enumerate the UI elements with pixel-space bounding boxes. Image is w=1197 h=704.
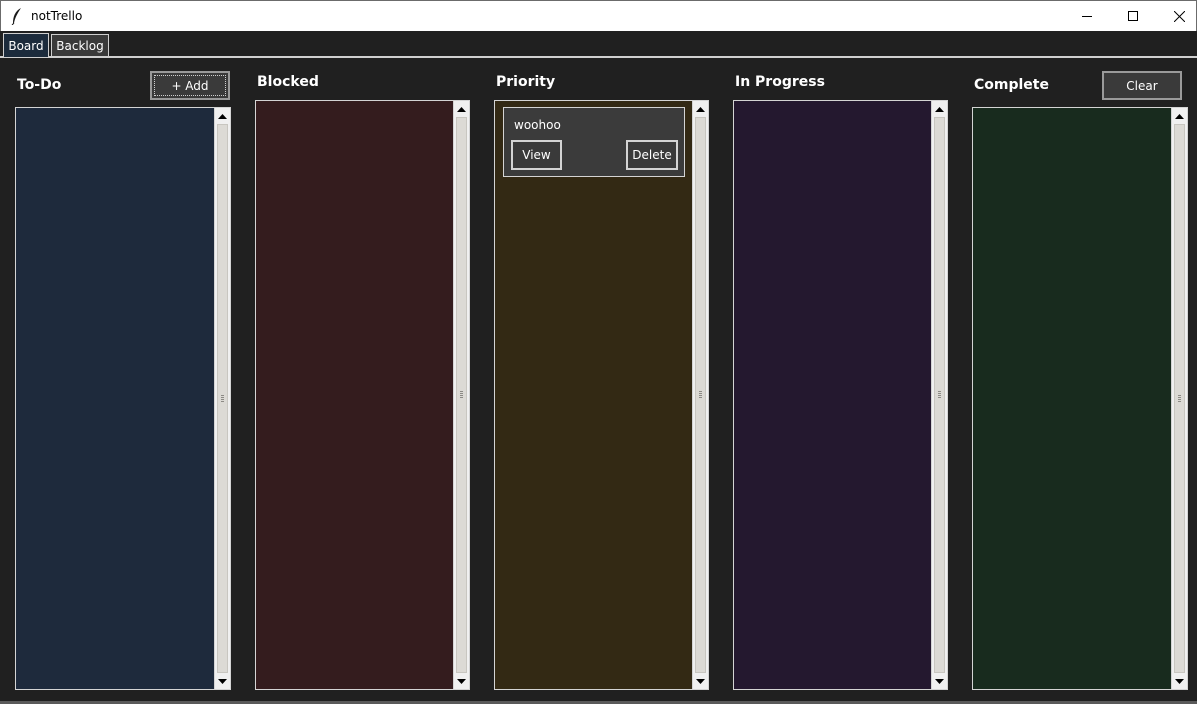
arrow-up-icon <box>1175 113 1184 119</box>
column-blocked <box>255 100 470 690</box>
arrow-up-icon <box>218 113 227 119</box>
tab-board[interactable]: Board <box>3 33 49 57</box>
column-title-priority: Priority <box>496 74 556 90</box>
column-todo <box>15 107 231 690</box>
column-title-blocked: Blocked <box>257 74 319 90</box>
scroll-down-button[interactable] <box>1172 674 1187 688</box>
scroll-down-button[interactable] <box>215 674 230 688</box>
delete-button[interactable]: Delete <box>626 140 678 170</box>
arrow-up-icon <box>457 106 466 112</box>
grip-icon <box>221 394 224 402</box>
scroll-thumb[interactable] <box>934 117 945 673</box>
arrow-up-icon <box>935 106 944 112</box>
scroll-down-button[interactable] <box>932 674 947 688</box>
scroll-down-button[interactable] <box>693 674 708 688</box>
minimize-icon <box>1082 16 1092 17</box>
scroll-down-button[interactable] <box>454 674 469 688</box>
scroll-up-button[interactable] <box>454 102 469 116</box>
scroll-up-button[interactable] <box>215 109 230 123</box>
scroll-up-button[interactable] <box>1172 109 1187 123</box>
grip-icon <box>1178 394 1181 402</box>
column-complete-body <box>973 108 1171 689</box>
column-in-progress-body <box>734 101 931 689</box>
minimize-button[interactable] <box>1064 1 1110 31</box>
arrow-down-icon <box>935 678 944 684</box>
scroll-thumb[interactable] <box>695 117 706 673</box>
tab-divider <box>0 56 1197 58</box>
maximize-button[interactable] <box>1110 1 1156 31</box>
card-title: woohoo <box>514 118 561 132</box>
column-in-progress-scrollbar[interactable] <box>931 101 947 689</box>
arrow-up-icon <box>696 106 705 112</box>
tab-strip <box>0 31 1197 58</box>
column-title-todo: To-Do <box>17 77 62 93</box>
grip-icon <box>699 391 702 398</box>
column-title-in-progress: In Progress <box>735 74 825 90</box>
task-card: woohoo View Delete <box>503 107 685 177</box>
feather-icon <box>11 8 21 25</box>
close-icon <box>1173 10 1185 22</box>
scroll-thumb[interactable] <box>217 124 228 673</box>
scroll-up-button[interactable] <box>932 102 947 116</box>
arrow-down-icon <box>1175 678 1184 684</box>
arrow-down-icon <box>218 678 227 684</box>
scroll-thumb[interactable] <box>456 117 467 673</box>
grip-icon <box>938 391 941 398</box>
focus-ring <box>154 75 226 96</box>
tab-backlog[interactable]: Backlog <box>51 34 109 56</box>
column-todo-scrollbar[interactable] <box>214 108 230 689</box>
arrow-down-icon <box>696 678 705 684</box>
column-todo-body <box>16 108 214 689</box>
scroll-up-button[interactable] <box>693 102 708 116</box>
column-blocked-scrollbar[interactable] <box>453 101 469 689</box>
scroll-thumb[interactable] <box>1174 124 1185 673</box>
column-priority-body: woohoo View Delete <box>495 101 692 689</box>
close-button[interactable] <box>1156 1 1197 31</box>
column-priority-scrollbar[interactable] <box>692 101 708 689</box>
add-button[interactable]: + Add <box>150 71 230 100</box>
column-title-complete: Complete <box>974 77 1049 93</box>
column-in-progress <box>733 100 948 690</box>
window-title: notTrello <box>31 9 83 23</box>
arrow-down-icon <box>457 678 466 684</box>
view-button[interactable]: View <box>511 140 562 170</box>
title-bar: notTrello <box>0 0 1197 31</box>
column-complete-scrollbar[interactable] <box>1171 108 1187 689</box>
column-blocked-body <box>256 101 453 689</box>
column-priority: woohoo View Delete <box>494 100 709 690</box>
column-complete <box>972 107 1188 690</box>
maximize-icon <box>1128 11 1138 21</box>
grip-icon <box>460 391 463 398</box>
clear-button[interactable]: Clear <box>1102 71 1182 100</box>
